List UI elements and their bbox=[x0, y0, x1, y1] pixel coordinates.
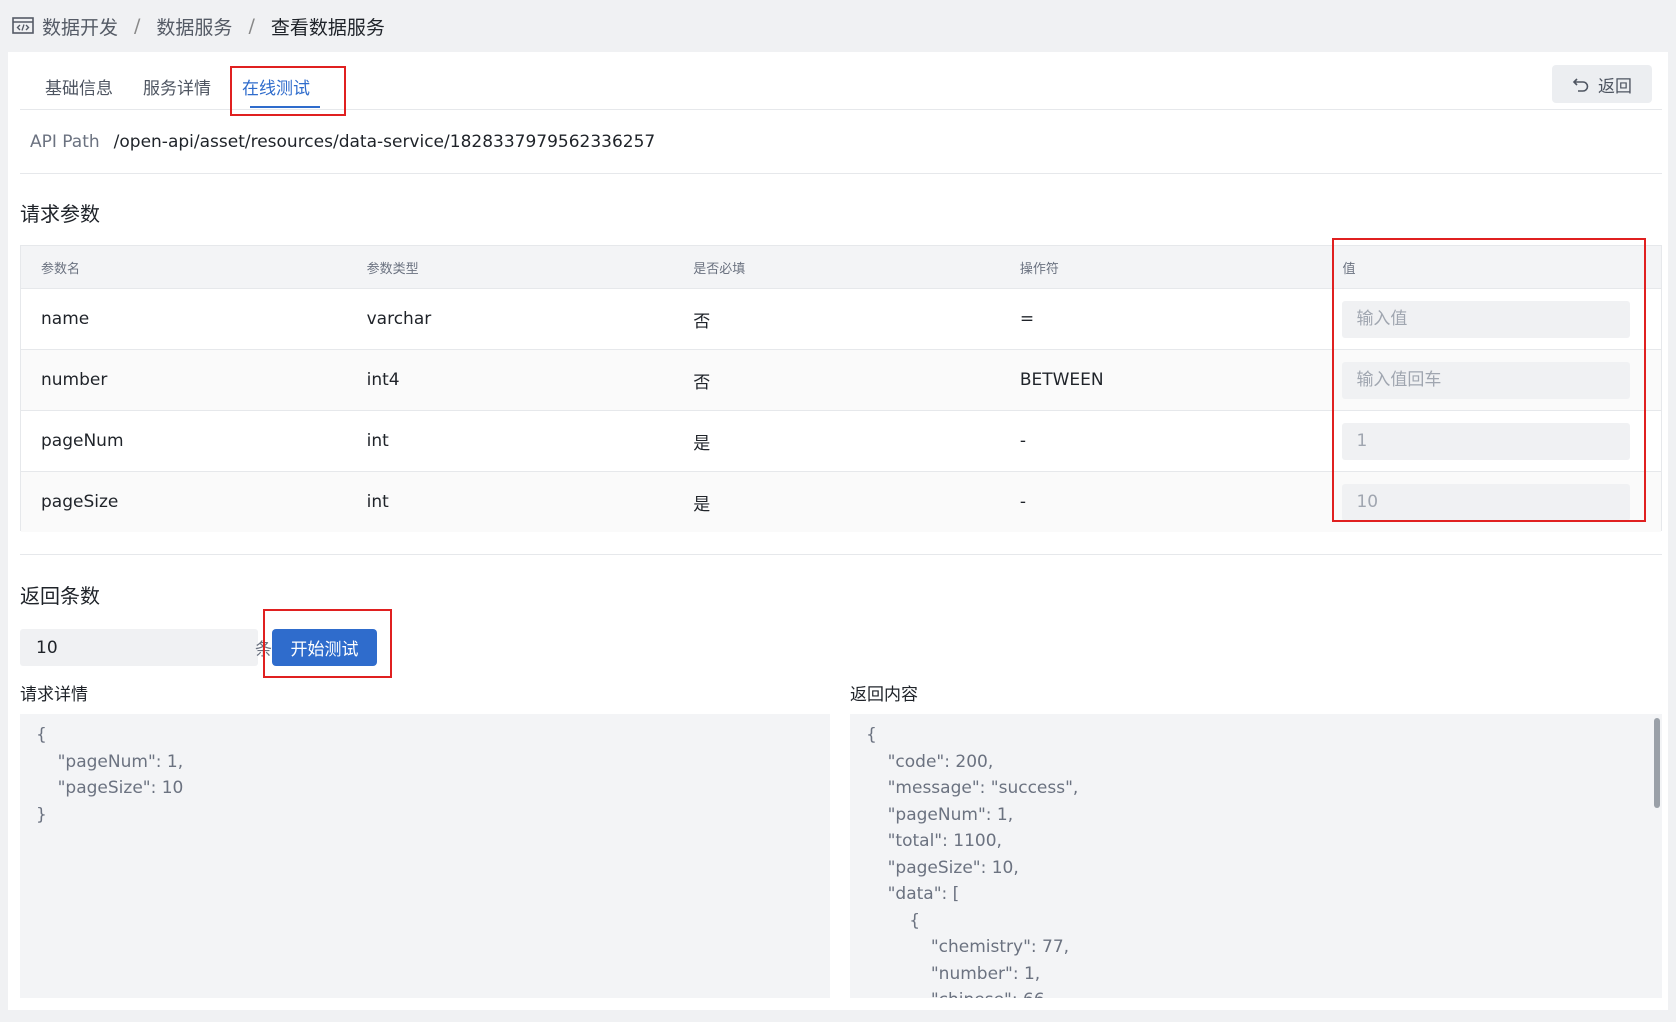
api-path-label: API Path bbox=[30, 131, 100, 152]
param-operator: BETWEEN bbox=[1019, 370, 1104, 390]
api-path-row: API Path /open-api/asset/resources/data-… bbox=[20, 110, 1662, 174]
param-required: 否 bbox=[693, 311, 711, 332]
param-name: pageNum bbox=[41, 431, 124, 451]
param-name: number bbox=[41, 370, 108, 390]
breadcrumb-item-data-dev[interactable]: 数据开发 bbox=[42, 13, 118, 40]
return-count-field: 条 bbox=[20, 629, 272, 666]
breadcrumb-item-data-service[interactable]: 数据服务 bbox=[156, 13, 232, 40]
main-card: 基础信息 服务详情 在线测试 返回 API Path /open-api/ass… bbox=[8, 52, 1668, 1010]
response-title: 返回内容 bbox=[850, 685, 918, 705]
request-detail-title: 请求详情 bbox=[20, 685, 88, 705]
highlight-box-values bbox=[1332, 238, 1646, 522]
return-count-title: 返回条数 bbox=[20, 584, 100, 608]
header-operator: 操作符 bbox=[1019, 261, 1059, 277]
header-required: 是否必填 bbox=[693, 261, 746, 277]
param-operator: - bbox=[1019, 492, 1026, 512]
request-detail-body: { "pageNum": 1, "pageSize": 10 } bbox=[36, 725, 184, 825]
param-required: 是 bbox=[693, 494, 711, 515]
breadcrumb: 数据开发 / 数据服务 / 查看数据服务 bbox=[0, 0, 1676, 52]
param-name: name bbox=[41, 309, 90, 329]
request-params-title: 请求参数 bbox=[20, 202, 100, 226]
breadcrumb-separator: / bbox=[248, 15, 255, 37]
code-window-icon bbox=[12, 17, 34, 35]
param-type: int bbox=[366, 492, 389, 512]
param-type: int4 bbox=[366, 370, 400, 390]
highlight-box-tab bbox=[230, 66, 346, 116]
header-param-type: 参数类型 bbox=[366, 261, 419, 277]
header-param-name: 参数名 bbox=[41, 261, 81, 277]
breadcrumb-current: 查看数据服务 bbox=[270, 16, 385, 39]
tab-basic-info[interactable]: 基础信息 bbox=[45, 74, 113, 99]
highlight-box-start bbox=[263, 609, 392, 678]
param-required: 否 bbox=[693, 372, 711, 393]
response-scrollbar[interactable] bbox=[1654, 718, 1660, 808]
param-operator: = bbox=[1019, 309, 1035, 329]
response-code[interactable]: { "code": 200, "message": "success", "pa… bbox=[850, 714, 1662, 998]
response-body: { "code": 200, "message": "success", "pa… bbox=[866, 725, 1079, 998]
param-type: varchar bbox=[366, 309, 432, 329]
param-required: 是 bbox=[693, 433, 711, 454]
section-divider bbox=[20, 554, 1662, 555]
back-button[interactable]: 返回 bbox=[1552, 65, 1652, 103]
param-operator: - bbox=[1019, 431, 1026, 451]
back-label: 返回 bbox=[1598, 76, 1632, 97]
param-name: pageSize bbox=[41, 492, 119, 512]
undo-icon bbox=[1572, 78, 1589, 92]
param-type: int bbox=[366, 431, 389, 451]
return-count-input[interactable] bbox=[20, 629, 255, 666]
tab-service-details[interactable]: 服务详情 bbox=[143, 74, 211, 99]
api-path-value: /open-api/asset/resources/data-service/1… bbox=[113, 131, 656, 152]
request-detail-code[interactable]: { "pageNum": 1, "pageSize": 10 } bbox=[20, 714, 830, 998]
breadcrumb-separator: / bbox=[134, 15, 141, 37]
